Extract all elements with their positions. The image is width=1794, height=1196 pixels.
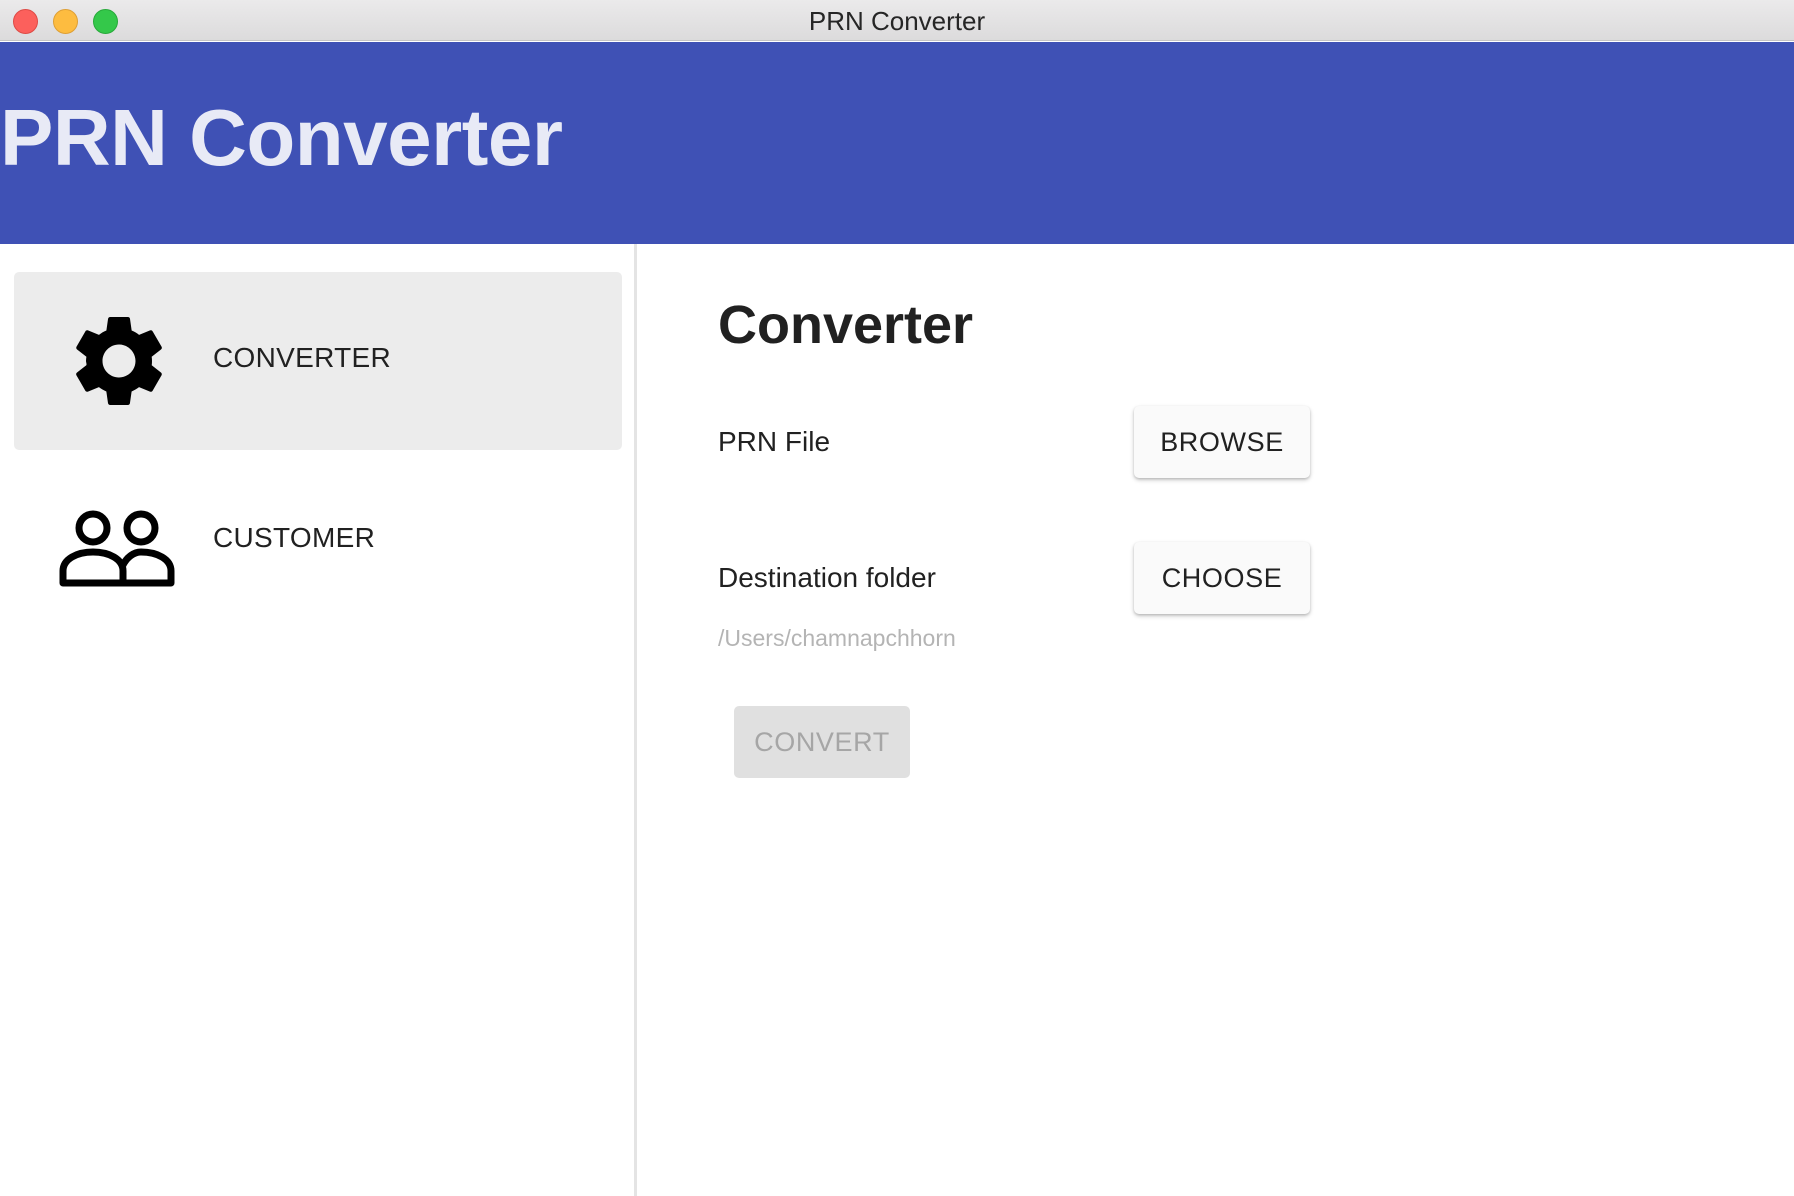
destination-folder-label: Destination folder: [718, 562, 936, 593]
destination-path-text: /Users/chamnapchhorn: [718, 625, 956, 651]
sidebar-item-label: CONVERTER: [213, 342, 391, 373]
window-title: PRN Converter: [808, 6, 986, 36]
convert-button[interactable]: CONVERT: [734, 706, 910, 778]
app-header: PRN Converter: [0, 42, 1794, 244]
gear-icon: [76, 317, 162, 405]
app-window: PRN Converter PRN Converter CONVERTER CU…: [0, 0, 1794, 1196]
page-title: Converter: [718, 295, 974, 355]
browse-button[interactable]: BROWSE: [1134, 406, 1310, 478]
prn-file-label: PRN File: [718, 426, 831, 457]
sidebar-item-customer[interactable]: CUSTOMER: [14, 452, 622, 630]
app-title: PRN Converter: [0, 93, 563, 182]
sidebar: CONVERTER CUSTOMER: [0, 244, 637, 1196]
window-titlebar: PRN Converter: [0, 0, 1794, 41]
choose-button[interactable]: CHOOSE: [1134, 542, 1310, 614]
sidebar-item-label: CUSTOMER: [213, 522, 376, 553]
people-icon: [59, 510, 175, 587]
sidebar-item-converter[interactable]: CONVERTER: [14, 272, 622, 450]
main-content: Converter PRN File BROWSE Destination fo…: [637, 244, 1794, 1196]
